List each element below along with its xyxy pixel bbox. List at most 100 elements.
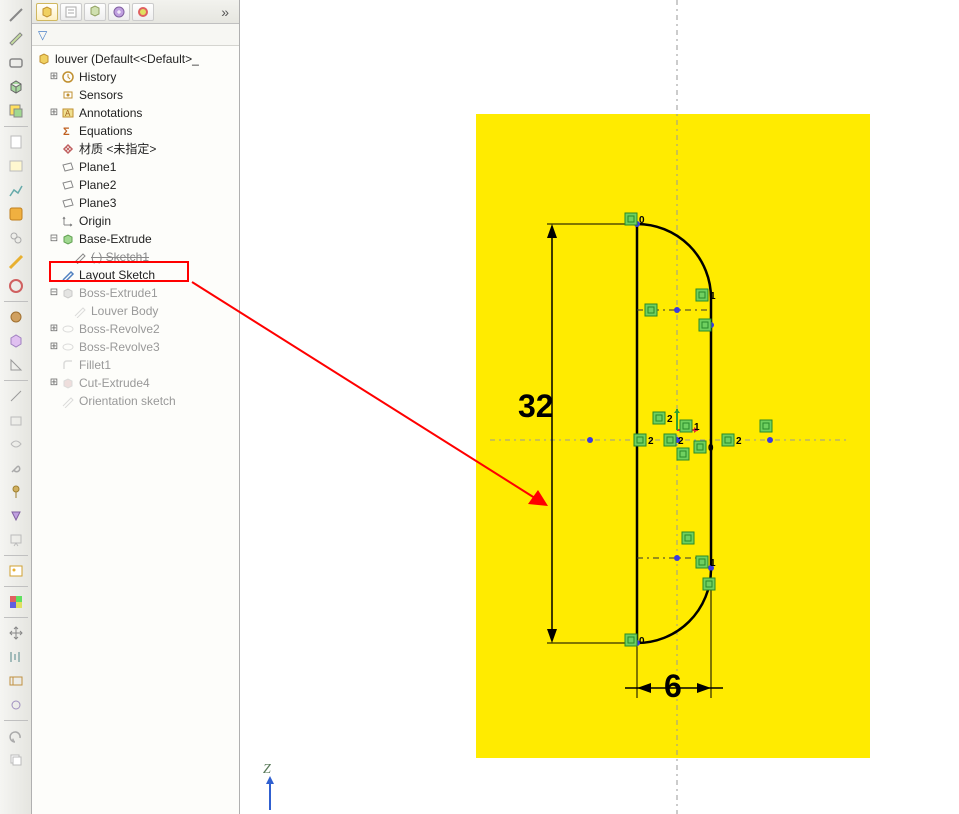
toolbar-separator: [4, 617, 28, 618]
tabs-overflow-icon[interactable]: »: [215, 4, 235, 20]
tree-origin[interactable]: Origin: [34, 212, 237, 230]
fillet-icon: [60, 357, 76, 373]
collapse-icon[interactable]: ⊟: [48, 230, 60, 248]
tab-config-icon[interactable]: [84, 3, 106, 21]
expand-icon[interactable]: ⊞: [48, 68, 60, 86]
tool-line-icon[interactable]: [5, 385, 27, 407]
tree-label: 材质 <未指定>: [79, 140, 156, 158]
expand-icon[interactable]: ⊞: [48, 338, 60, 356]
tool-sketch-icon[interactable]: [5, 28, 27, 50]
tree-plane1[interactable]: Plane1: [34, 158, 237, 176]
tree-label: Fillet1: [79, 356, 111, 374]
extrude-icon: [60, 285, 76, 301]
plane-icon: [60, 159, 76, 175]
tree-label: Base-Extrude: [79, 230, 152, 248]
tool-move-icon[interactable]: [5, 622, 27, 644]
svg-text:Σ: Σ: [63, 126, 70, 138]
annotations-icon: A: [60, 105, 76, 121]
tree-base-extrude[interactable]: ⊟ Base-Extrude: [34, 230, 237, 248]
tool-appearance-icon[interactable]: [5, 591, 27, 613]
tool-direction-icon[interactable]: [5, 505, 27, 527]
tree-label: Boss-Revolve2: [79, 320, 160, 338]
tool-copy-icon[interactable]: [5, 749, 27, 771]
tool-angle-icon[interactable]: [5, 354, 27, 376]
tab-feature-tree-icon[interactable]: [36, 3, 58, 21]
sketch-icon: [72, 303, 88, 319]
tree-history[interactable]: ⊞ History: [34, 68, 237, 86]
tree-label: Cut-Extrude4: [79, 374, 150, 392]
history-icon: [60, 69, 76, 85]
tool-measure-icon[interactable]: [5, 251, 27, 273]
tree-root[interactable]: louver (Default<<Default>_: [34, 50, 237, 68]
tool-feature-icon[interactable]: [5, 433, 27, 455]
sketch-icon: [72, 249, 88, 265]
tree-boss-extrude1[interactable]: ⊟ Boss-Extrude1: [34, 284, 237, 302]
tree-material[interactable]: 材质 <未指定>: [34, 140, 237, 158]
panel-tabs: »: [32, 0, 239, 24]
tool-wrench-icon[interactable]: [5, 457, 27, 479]
expand-icon[interactable]: ⊞: [48, 374, 60, 392]
tool-link-icon[interactable]: [5, 227, 27, 249]
toolbar-separator: [4, 586, 28, 587]
tree-label: Boss-Revolve3: [79, 338, 160, 356]
model-face[interactable]: [476, 114, 870, 758]
tree-sensors[interactable]: Sensors: [34, 86, 237, 104]
tab-property-icon[interactable]: [60, 3, 82, 21]
tree-equations[interactable]: Σ Equations: [34, 122, 237, 140]
feature-tree-panel: » ▽ louver (Default<<Default>_ ⊞ History…: [32, 0, 240, 814]
tool-insert-icon[interactable]: [5, 100, 27, 122]
tool-pin-icon[interactable]: [5, 481, 27, 503]
equations-icon: Σ: [60, 123, 76, 139]
tree-sketch1[interactable]: ( ) Sketch1: [34, 248, 237, 266]
filter-row: ▽: [32, 24, 239, 46]
toolbar-separator: [4, 720, 28, 721]
tree-layout-sketch[interactable]: Layout Sketch: [34, 266, 237, 284]
axis-z-label: Z: [263, 762, 271, 778]
tool-edge-icon[interactable]: [5, 4, 27, 26]
toolbar-separator: [4, 555, 28, 556]
tree-boss-revolve3[interactable]: ⊞ Boss-Revolve3: [34, 338, 237, 356]
tool-mirror-icon[interactable]: [5, 646, 27, 668]
tool-material-icon[interactable]: [5, 306, 27, 328]
tree-plane2[interactable]: Plane2: [34, 176, 237, 194]
tool-cube-icon[interactable]: [5, 76, 27, 98]
tool-color-icon[interactable]: [5, 275, 27, 297]
expand-icon[interactable]: ⊞: [48, 104, 60, 122]
tree-boss-revolve2[interactable]: ⊞ Boss-Revolve2: [34, 320, 237, 338]
tree-label: ( ) Sketch1: [91, 248, 149, 266]
tab-appearance-icon[interactable]: [132, 3, 154, 21]
tree-label: Annotations: [79, 104, 142, 122]
tree-orientation-sketch[interactable]: Orientation sketch: [34, 392, 237, 410]
tree-annotations[interactable]: ⊞ A Annotations: [34, 104, 237, 122]
tool-face-icon[interactable]: [5, 155, 27, 177]
tool-surface-icon[interactable]: [5, 52, 27, 74]
filter-input[interactable]: [51, 28, 233, 42]
sketch-icon: [60, 267, 76, 283]
tool-3dsketch-icon[interactable]: [5, 409, 27, 431]
tree-louver-body[interactable]: Louver Body: [34, 302, 237, 320]
tool-render-icon[interactable]: [5, 203, 27, 225]
tree-cut-extrude4[interactable]: ⊞ Cut-Extrude4: [34, 374, 237, 392]
tool-annotate-icon[interactable]: [5, 529, 27, 551]
plane-icon: [60, 195, 76, 211]
tool-image-icon[interactable]: [5, 560, 27, 582]
cut-icon: [60, 375, 76, 391]
feature-tree: louver (Default<<Default>_ ⊞ History Sen…: [32, 46, 239, 814]
tool-undo-icon[interactable]: [5, 725, 27, 747]
collapse-icon[interactable]: ⊟: [48, 284, 60, 302]
filter-funnel-icon[interactable]: ▽: [38, 28, 47, 42]
tree-label: Plane2: [79, 176, 116, 194]
tree-root-label: louver (Default<<Default>_: [55, 50, 199, 68]
tool-check-icon[interactable]: [5, 330, 27, 352]
toolbar-separator: [4, 126, 28, 127]
tree-label: Plane1: [79, 158, 116, 176]
tool-explode-icon[interactable]: [5, 694, 27, 716]
tool-chart-icon[interactable]: [5, 179, 27, 201]
tree-plane3[interactable]: Plane3: [34, 194, 237, 212]
tab-dimexpert-icon[interactable]: [108, 3, 130, 21]
tree-fillet1[interactable]: Fillet1: [34, 356, 237, 374]
tree-label: Layout Sketch: [79, 266, 155, 284]
expand-icon[interactable]: ⊞: [48, 320, 60, 338]
tool-edit-icon[interactable]: [5, 670, 27, 692]
tool-sheet-icon[interactable]: [5, 131, 27, 153]
